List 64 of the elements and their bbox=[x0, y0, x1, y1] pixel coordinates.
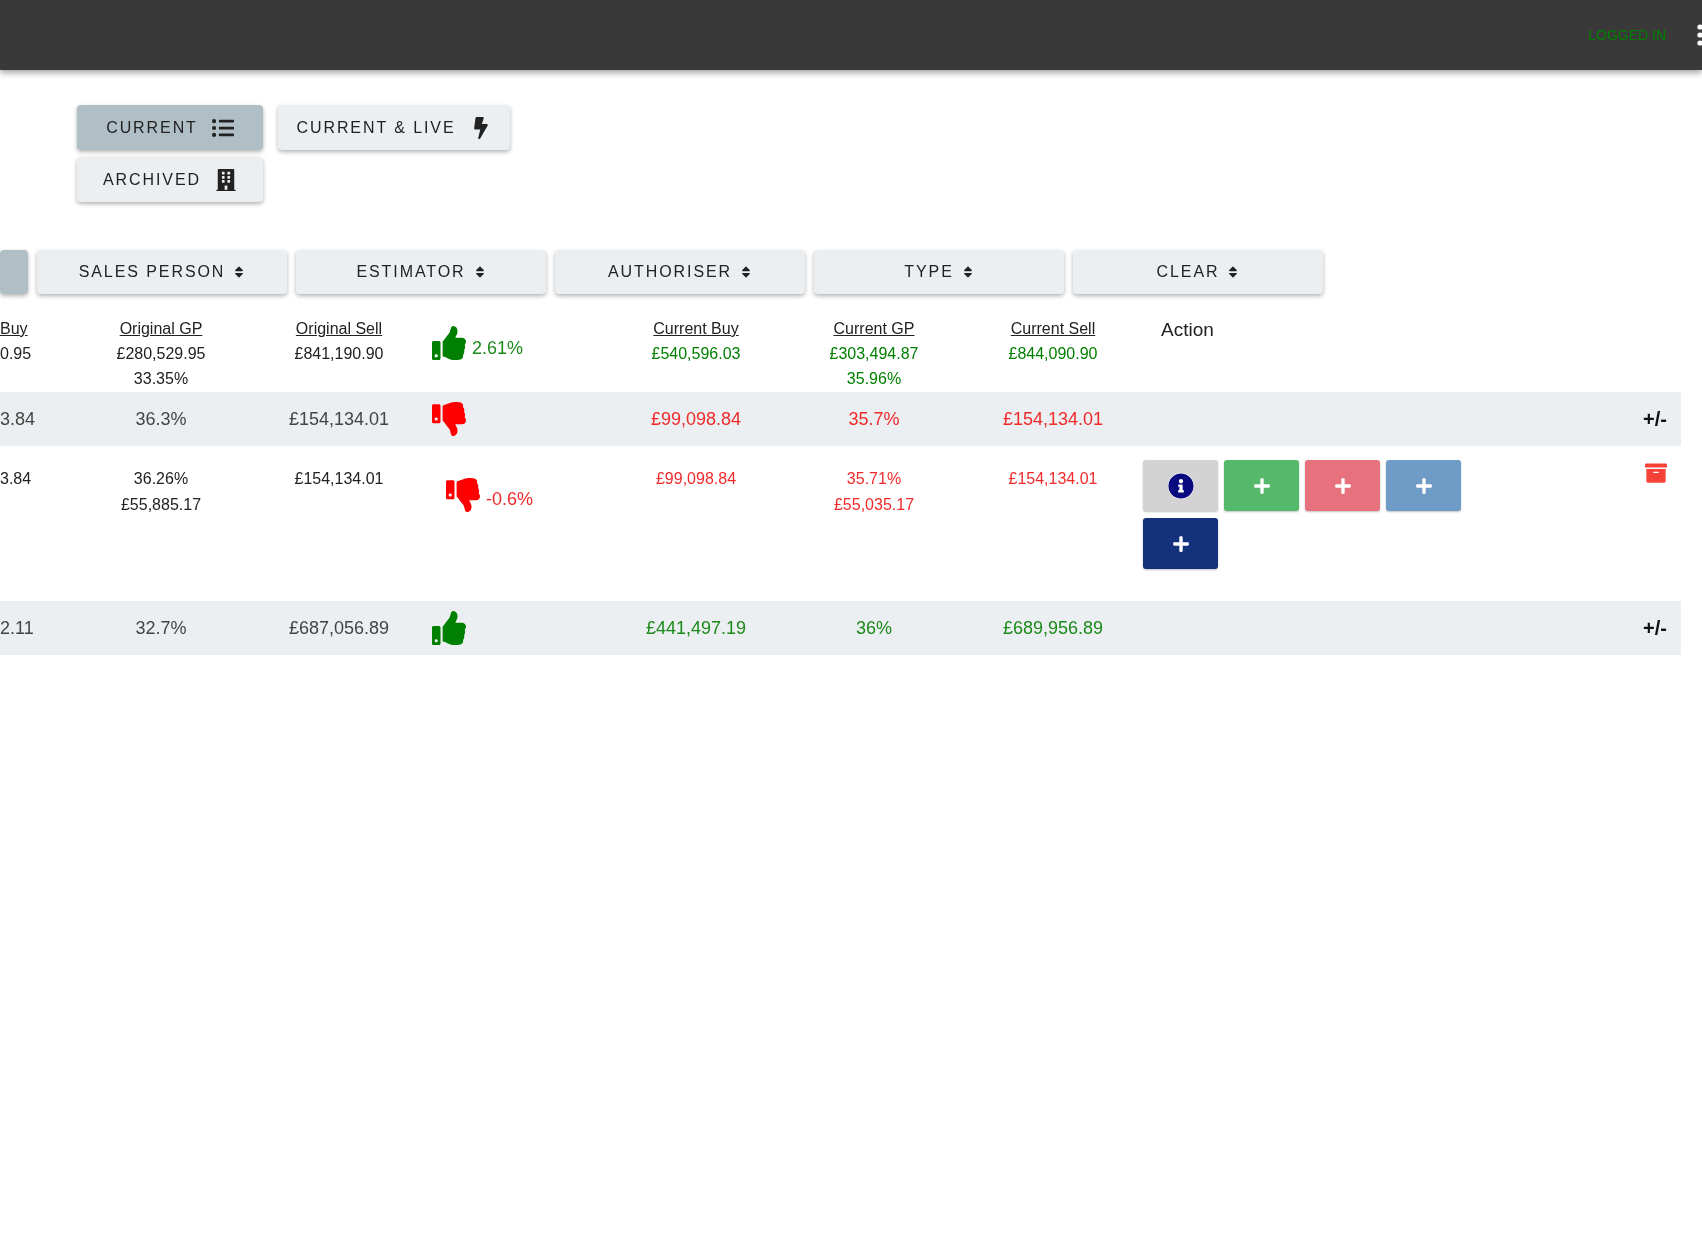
summary-value: £280,529.95 bbox=[116, 344, 206, 364]
sort-icon bbox=[961, 265, 974, 279]
column-heading[interactable]: Current Buy bbox=[653, 316, 739, 341]
info-button[interactable] bbox=[1143, 460, 1218, 511]
table-cell-text: 3.84 bbox=[0, 407, 36, 431]
expand-toggle[interactable]: +/- bbox=[1643, 613, 1667, 643]
view-tab[interactable]: CURRENT & LIVE bbox=[278, 105, 510, 150]
expand-toggle[interactable]: +/- bbox=[1643, 404, 1667, 434]
sort-icon bbox=[1227, 265, 1240, 279]
table-cell-text: 2.11 bbox=[0, 616, 34, 640]
table-cell-text: £99,098.84 bbox=[650, 407, 742, 431]
table-cell-text: 36.3% bbox=[135, 407, 187, 431]
table-cell-text: 35.7% bbox=[848, 407, 900, 431]
table-cell-text: 36% bbox=[856, 616, 892, 640]
sort-icon bbox=[233, 265, 246, 279]
table-cell-text: £687,056.89 bbox=[288, 616, 390, 640]
summary-value: 33.35% bbox=[133, 369, 189, 389]
sort-icon bbox=[740, 265, 753, 279]
plus-icon bbox=[1414, 476, 1433, 495]
column-heading[interactable]: Original GP bbox=[119, 316, 203, 341]
table-cell-text: £441,497.19 bbox=[645, 616, 747, 640]
table-cell-text: 3.84 bbox=[0, 469, 32, 489]
table-cell-text: £689,956.89 bbox=[1002, 616, 1104, 640]
add-button[interactable] bbox=[1143, 518, 1218, 569]
column-heading: Action bbox=[1161, 318, 1214, 342]
plus-icon bbox=[1333, 476, 1352, 495]
summary-value: 0.95 bbox=[0, 344, 32, 364]
plus-icon bbox=[1171, 534, 1190, 553]
info-icon bbox=[1167, 472, 1194, 499]
column-heading[interactable]: Current GP bbox=[833, 316, 915, 341]
sort-button[interactable]: CLEAR bbox=[1073, 250, 1323, 294]
column-heading[interactable]: Original Sell bbox=[295, 316, 383, 341]
sort-button[interactable]: ESTIMATOR bbox=[296, 250, 546, 294]
plus-icon bbox=[1252, 476, 1271, 495]
view-tab[interactable]: CURRENT bbox=[77, 105, 263, 150]
view-tab[interactable]: ARCHIVED bbox=[77, 157, 263, 202]
sort-button[interactable]: SALES PERSON bbox=[37, 250, 287, 294]
summary-value: £540,596.03 bbox=[651, 344, 741, 364]
table-cell-text: £154,134.01 bbox=[1002, 407, 1104, 431]
archive-icon[interactable] bbox=[1645, 462, 1667, 484]
table-cell-text: £154,134.01 bbox=[294, 469, 384, 489]
summary-value: £303,494.87 bbox=[829, 344, 919, 364]
building-icon bbox=[215, 168, 237, 191]
more-menu-icon[interactable] bbox=[1696, 23, 1702, 47]
list-icon bbox=[211, 116, 234, 139]
sort-icon bbox=[473, 265, 486, 279]
summary-value: £841,190.90 bbox=[294, 344, 384, 364]
summary-value: £844,090.90 bbox=[1008, 344, 1098, 364]
sort-button[interactable]: AUTHORISER bbox=[555, 250, 805, 294]
summary-value: 35.96% bbox=[846, 369, 902, 389]
table-cell-text: £154,134.01 bbox=[1008, 469, 1098, 489]
column-heading[interactable]: Current Sell bbox=[1010, 316, 1096, 341]
table-cell-text: £99,098.84 bbox=[655, 469, 737, 489]
sort-button[interactable]: TYPE bbox=[814, 250, 1064, 294]
table-cell-text: 35.71% bbox=[846, 469, 902, 489]
table-cell-text: £55,035.17 bbox=[833, 495, 915, 515]
trend-percent: 2.61% bbox=[472, 337, 524, 360]
column-heading[interactable]: Buy bbox=[0, 316, 28, 341]
table-cell-text: £55,885.17 bbox=[120, 495, 202, 515]
login-status: LOGGED IN bbox=[1588, 25, 1666, 45]
table-cell-text: £154,134.01 bbox=[288, 407, 390, 431]
table-cell-text: 32.7% bbox=[135, 616, 187, 640]
table-cell-text: 36.26% bbox=[133, 469, 189, 489]
trend-percent: -0.6% bbox=[486, 488, 534, 511]
